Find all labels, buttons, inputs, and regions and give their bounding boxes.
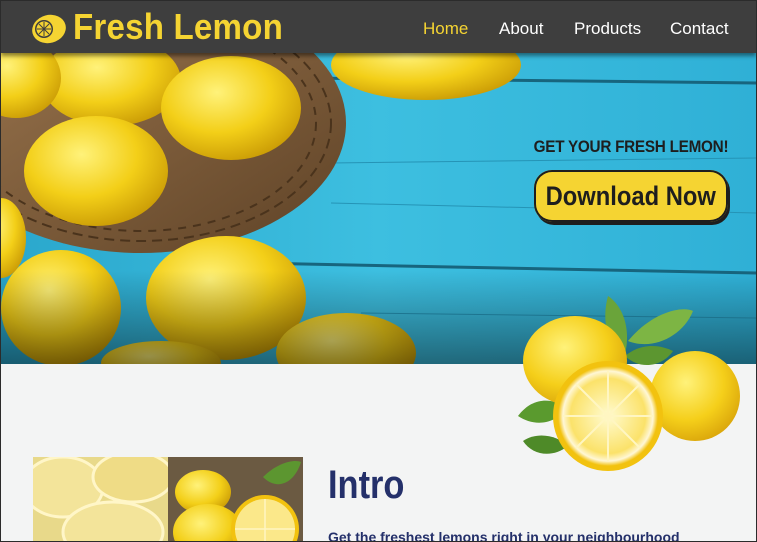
nav-about[interactable]: About xyxy=(499,18,543,40)
intro-subtitle: Get the freshest lemons right in your ne… xyxy=(328,529,680,542)
logo-text[interactable]: Fresh Lemon xyxy=(73,5,283,49)
download-now-button[interactable]: Download Now xyxy=(534,170,728,222)
download-now-label: Download Now xyxy=(545,180,717,211)
lemon-slice-icon[interactable] xyxy=(31,12,67,46)
lemons-leaves-image xyxy=(518,296,740,471)
nav-contact[interactable]: Contact xyxy=(670,18,729,40)
intro-image xyxy=(33,457,303,541)
intro-title: Intro xyxy=(328,463,405,507)
site-header: Fresh Lemon Home About Products Contact xyxy=(1,1,756,53)
nav-home[interactable]: Home xyxy=(423,18,468,40)
hero-tagline: GET YOUR FRESH LEMON! xyxy=(533,137,728,156)
page: Fresh Lemon Home About Products Contact xyxy=(0,0,757,542)
nav-products[interactable]: Products xyxy=(574,18,641,40)
